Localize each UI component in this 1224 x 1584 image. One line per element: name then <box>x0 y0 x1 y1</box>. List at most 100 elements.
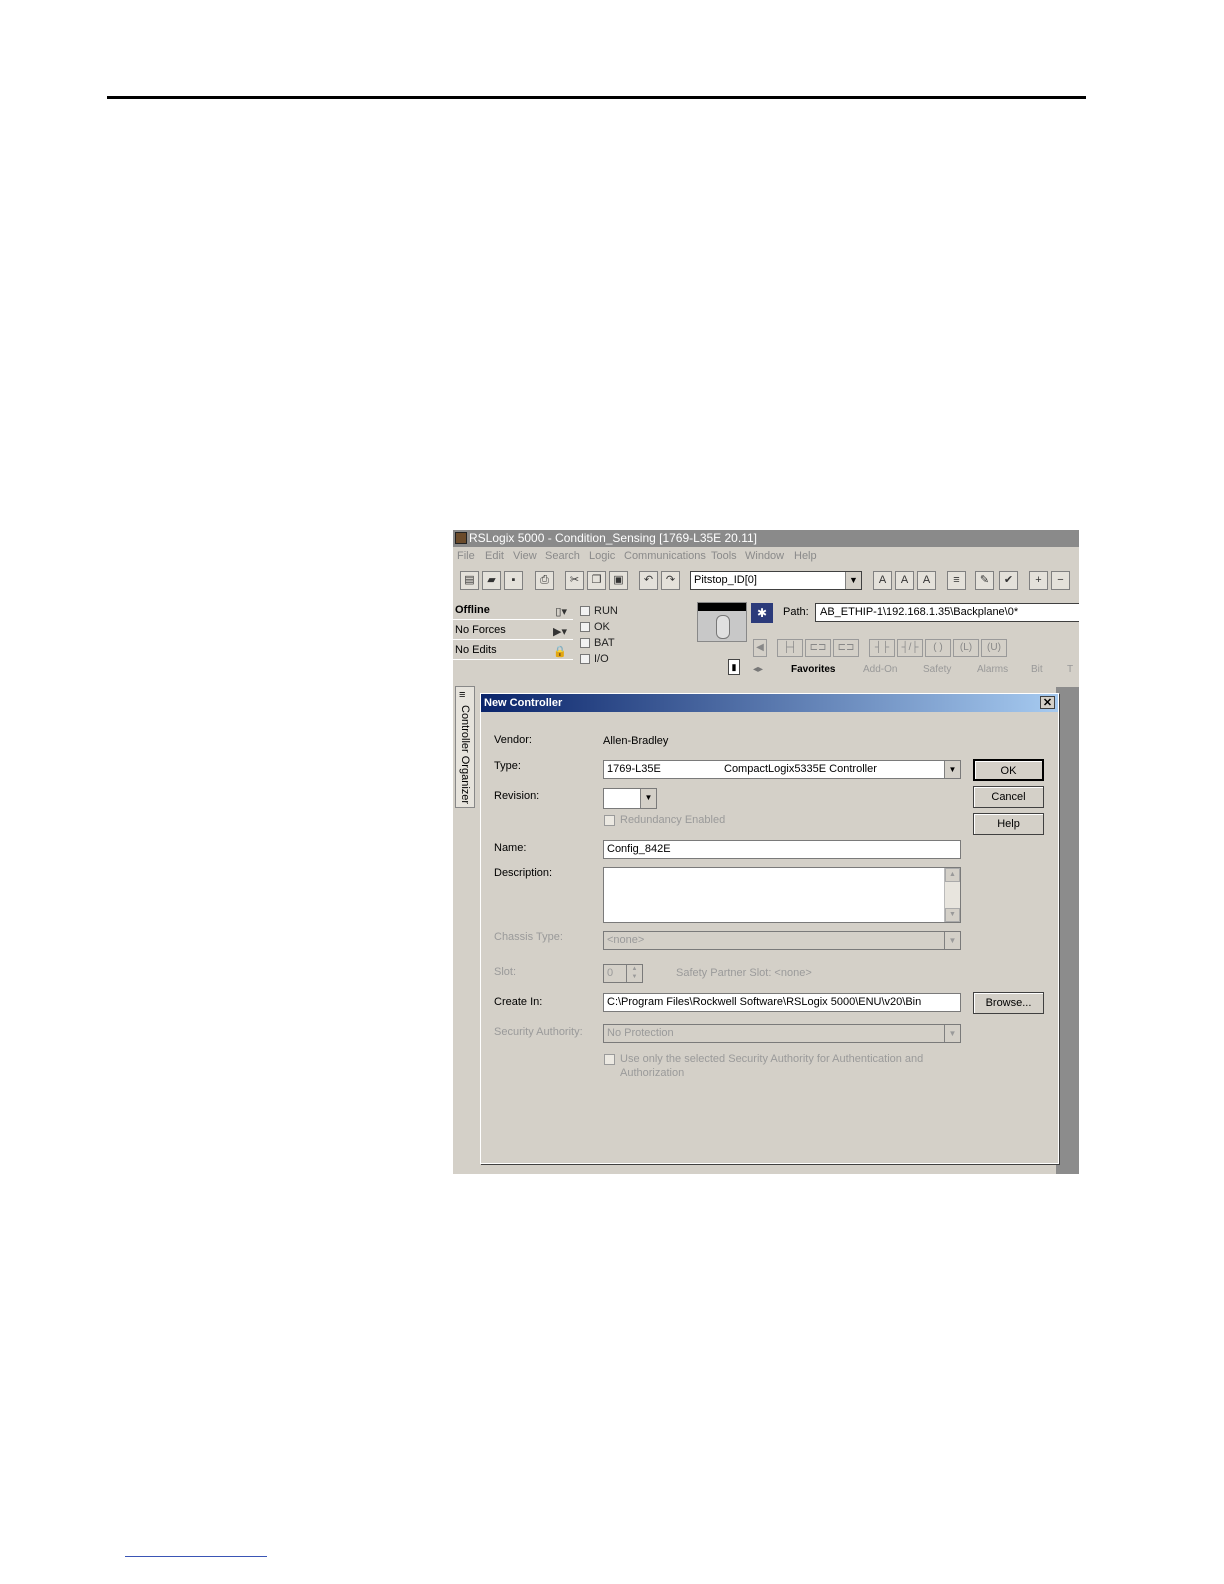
open-folder-icon[interactable]: ▰ <box>482 571 501 590</box>
battery-icon: ▮ <box>728 659 740 675</box>
dialog-title: New Controller <box>484 697 563 709</box>
slot-spinner[interactable]: 0 ▲ ▼ <box>603 964 643 983</box>
zoom-out-icon[interactable]: − <box>1051 571 1070 590</box>
menu-logic[interactable]: Logic <box>589 547 615 566</box>
scroll-left-icon[interactable]: ◀ <box>753 639 767 657</box>
new-file-icon[interactable]: ▤ <box>460 571 479 590</box>
edits-lock-icon[interactable]: 🔒 <box>553 643 567 661</box>
tab-alarms[interactable]: Alarms <box>977 662 1008 677</box>
chevron-down-icon[interactable]: ▼ <box>640 789 656 808</box>
path-value: AB_ETHIP-1\192.168.1.35\Backplane\0* <box>820 606 1019 618</box>
path-bar: ✱ Path: AB_ETHIP-1\192.168.1.35\Backplan… <box>749 601 1079 625</box>
rung-icon[interactable]: ├┤ <box>777 639 803 657</box>
security-authority-label: Security Authority: <box>494 1026 583 1038</box>
security-authority-checkbox[interactable] <box>604 1054 615 1065</box>
redundancy-checkbox[interactable] <box>604 815 615 826</box>
type-select[interactable]: 1769-L35E CompactLogix5335E Controller ▼ <box>603 760 961 779</box>
chevron-down-icon[interactable]: ▼ <box>845 572 861 589</box>
scroll-up-icon[interactable]: ▲ <box>945 868 960 882</box>
rslogix-app-icon <box>455 532 467 544</box>
xic-contact-icon[interactable]: ┤├ <box>869 639 895 657</box>
help-button[interactable]: Help <box>973 813 1044 835</box>
edits-row[interactable]: No Edits 🔒 <box>453 641 573 660</box>
browse-button[interactable]: Browse... <box>973 992 1044 1014</box>
organizer-label: Controller Organizer <box>459 705 471 805</box>
controller-mode: Offline <box>455 604 490 616</box>
find-icon[interactable]: A <box>873 571 892 590</box>
menu-communications[interactable]: Communications <box>624 547 706 566</box>
mode-dropdown-icon[interactable]: ▯▾ <box>555 603 567 621</box>
revision-label: Revision: <box>494 790 540 802</box>
verify-controller-icon[interactable]: ✔ <box>999 571 1018 590</box>
footer-link-underline <box>125 1556 267 1557</box>
cancel-button[interactable]: Cancel <box>973 786 1044 808</box>
find-next-icon[interactable]: A <box>895 571 914 590</box>
otu-coil-icon[interactable]: (U) <box>981 639 1007 657</box>
name-label: Name: <box>494 842 527 854</box>
ok-button[interactable]: OK <box>973 759 1044 781</box>
chevron-down-icon[interactable]: ▼ <box>944 761 960 778</box>
menu-help[interactable]: Help <box>794 547 817 566</box>
cut-icon[interactable]: ✂ <box>565 571 584 590</box>
tab-add-on[interactable]: Add-On <box>863 662 897 677</box>
instruction-tabs: ◂▸ Favorites Add-On Safety Alarms Bit T <box>749 662 1079 678</box>
controller-leds: RUN OK BAT I/O <box>577 602 657 668</box>
mode-row[interactable]: Offline ▯▾ <box>453 601 573 620</box>
ladder-instruction-toolbar: ◀ ├┤ ⊏⊐ ⊏⊐ ┤├ ┤/├ ( ) (L) (U) <box>749 637 1079 659</box>
paste-icon[interactable]: ▣ <box>609 571 628 590</box>
menu-search[interactable]: Search <box>545 547 580 566</box>
chevron-down-icon[interactable]: ▼ <box>944 1025 960 1042</box>
forces-dropdown-icon[interactable]: ▶▾ <box>553 623 567 641</box>
tab-safety[interactable]: Safety <box>923 662 951 677</box>
otl-coil-icon[interactable]: (L) <box>953 639 979 657</box>
edits-status: No Edits <box>455 644 497 656</box>
routine-combo[interactable]: Pitstop_ID[0] ▼ <box>690 571 862 590</box>
rslogix-screenshot: RSLogix 5000 - Condition_Sensing [1769-L… <box>453 530 1079 1174</box>
menu-tools[interactable]: Tools <box>711 547 737 566</box>
tab-favorites[interactable]: Favorites <box>791 662 835 677</box>
description-scrollbar[interactable]: ▲ ▼ <box>944 868 960 922</box>
name-field[interactable]: Config_842E <box>603 840 961 859</box>
close-icon[interactable]: ✕ <box>1040 696 1055 709</box>
revision-select[interactable]: ▼ <box>603 788 657 809</box>
led-run: RUN <box>580 604 618 618</box>
tab-bit[interactable]: Bit <box>1031 662 1043 677</box>
scroll-down-icon[interactable]: ▼ <box>945 908 960 922</box>
led-bat: BAT <box>580 636 615 650</box>
main-toolbar: ▤ ▰ ▪ ⎙ ✂ ❐ ▣ ↶ ↷ Pitstop_ID[0] ▼ A A A … <box>453 568 1079 592</box>
network-icon[interactable]: ✱ <box>751 603 773 623</box>
organizer-toggle-icon[interactable]: ≡ <box>947 571 966 590</box>
xio-contact-icon[interactable]: ┤/├ <box>897 639 923 657</box>
tab-t[interactable]: T <box>1067 662 1073 677</box>
menu-edit[interactable]: Edit <box>485 547 504 566</box>
menu-view[interactable]: View <box>513 547 537 566</box>
branch-icon[interactable]: ⊏⊐ <box>805 639 831 657</box>
branch-level-icon[interactable]: ⊏⊐ <box>833 639 859 657</box>
verify-routine-icon[interactable]: ✎ <box>975 571 994 590</box>
security-authority-check-line1: Use only the selected Security Authority… <box>620 1053 924 1065</box>
security-authority-check-line2: Authorization <box>620 1067 685 1079</box>
save-icon[interactable]: ▪ <box>504 571 523 590</box>
security-authority-select[interactable]: No Protection ▼ <box>603 1024 961 1043</box>
menu-file[interactable]: File <box>457 547 475 566</box>
zoom-in-icon[interactable]: + <box>1029 571 1048 590</box>
description-label: Description: <box>494 867 553 879</box>
print-icon[interactable]: ⎙ <box>535 571 554 590</box>
type-code: 1769-L35E <box>607 763 661 775</box>
chassis-value: <none> <box>607 934 645 946</box>
ote-coil-icon[interactable]: ( ) <box>925 639 951 657</box>
controller-organizer-tab[interactable]: ≡ Controller Organizer <box>455 686 475 808</box>
undo-icon[interactable]: ↶ <box>639 571 658 590</box>
description-field[interactable]: ▲ ▼ <box>603 867 961 923</box>
forces-row[interactable]: No Forces ▶▾ <box>453 621 573 640</box>
redo-icon[interactable]: ↷ <box>661 571 680 590</box>
path-field[interactable]: AB_ETHIP-1\192.168.1.35\Backplane\0* <box>815 603 1079 622</box>
create-in-field[interactable]: C:\Program Files\Rockwell Software\RSLog… <box>603 993 961 1012</box>
tab-scroll-left-icon[interactable]: ◂▸ <box>753 662 763 677</box>
spin-arrows-icon[interactable]: ▲ ▼ <box>626 965 642 982</box>
copy-icon[interactable]: ❐ <box>587 571 606 590</box>
chevron-down-icon[interactable]: ▼ <box>944 932 960 949</box>
chassis-select[interactable]: <none> ▼ <box>603 931 961 950</box>
menu-window[interactable]: Window <box>745 547 784 566</box>
replace-icon[interactable]: A <box>917 571 936 590</box>
